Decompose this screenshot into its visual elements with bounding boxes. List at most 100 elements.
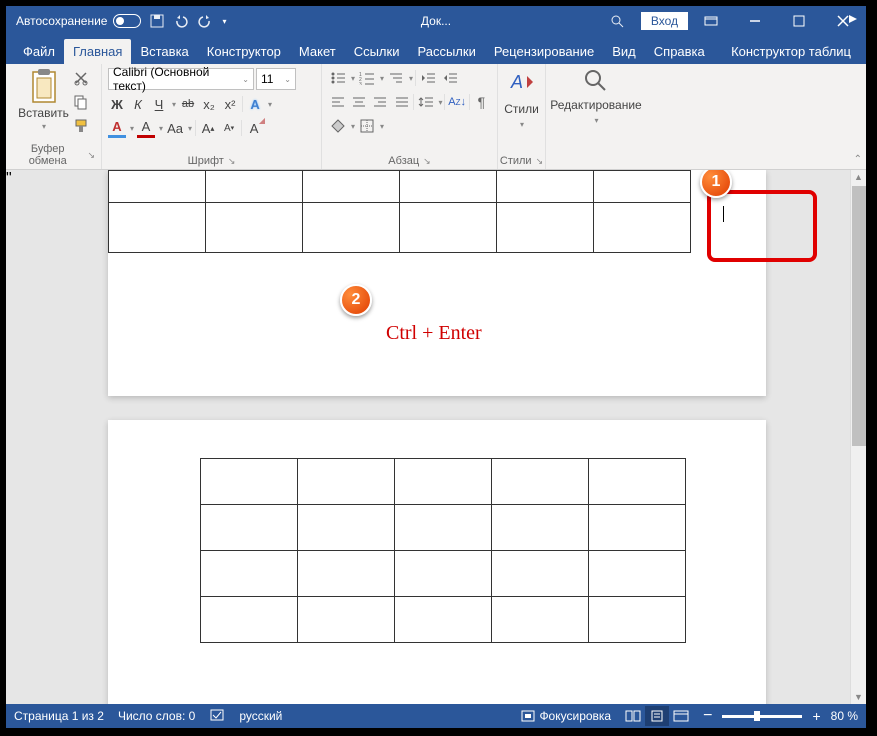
paste-label: Вставить (18, 106, 69, 120)
tab-references[interactable]: Ссылки (345, 39, 409, 64)
group-editing: Редактирование ▾ (546, 64, 646, 169)
zoom-level[interactable]: 80 % (831, 709, 858, 723)
read-mode-icon[interactable] (621, 706, 645, 726)
paragraph-group-label: Абзац (388, 155, 419, 167)
spell-check-icon[interactable] (209, 708, 225, 725)
zoom-out-button[interactable]: − (703, 707, 712, 725)
ribbon-tabs: Файл Главная Вставка Конструктор Макет С… (6, 36, 866, 64)
web-layout-icon[interactable] (669, 706, 693, 726)
superscript-button[interactable]: x² (221, 94, 239, 114)
tab-insert[interactable]: Вставка (131, 39, 197, 64)
highlight-cell (707, 190, 817, 262)
document-area[interactable]: 1 2 Ctrl + Enter " ▲ ▼ (6, 170, 866, 704)
shading-icon[interactable] (328, 116, 348, 136)
italic-button[interactable]: К (129, 94, 147, 114)
toggle-switch-icon (113, 14, 141, 28)
language-indicator[interactable]: русский (239, 709, 282, 723)
tab-help[interactable]: Справка (645, 39, 714, 64)
tab-view[interactable]: Вид (603, 39, 645, 64)
zoom-in-button[interactable]: + (812, 708, 820, 724)
shrink-font-button[interactable]: A▾ (220, 118, 238, 138)
redo-icon[interactable] (197, 13, 213, 29)
multilevel-icon[interactable] (386, 68, 406, 88)
scroll-up-icon[interactable]: ▲ (854, 172, 863, 182)
grow-font-button[interactable]: A▴ (199, 118, 217, 138)
svg-text:3: 3 (359, 82, 362, 85)
align-left-icon[interactable] (328, 92, 347, 112)
search-icon (583, 68, 609, 94)
dialog-launcher-icon[interactable]: ↘ (423, 156, 431, 167)
annotation-text: Ctrl + Enter (386, 322, 482, 345)
styles-group-label: Стили (500, 155, 532, 167)
table-2[interactable] (200, 458, 686, 643)
dialog-launcher-icon[interactable]: ↘ (228, 156, 236, 167)
tab-layout[interactable]: Макет (290, 39, 345, 64)
align-right-icon[interactable] (371, 92, 390, 112)
show-marks-icon[interactable]: ¶ (472, 92, 491, 112)
scroll-down-icon[interactable]: ▼ (854, 692, 863, 702)
page-1: 1 2 Ctrl + Enter (108, 170, 766, 396)
table-1[interactable] (108, 170, 691, 253)
numbering-icon[interactable]: 123 (357, 68, 377, 88)
dialog-launcher-icon[interactable]: ↘ (536, 156, 544, 167)
search-icon[interactable] (609, 13, 625, 29)
group-styles: A Стили ▾ Стили ↘ (498, 64, 546, 169)
ribbon-display-icon[interactable] (690, 6, 732, 36)
dialog-launcher-icon[interactable]: ↘ (87, 150, 95, 161)
ribbon: Вставить ▾ Буфер обмена↘ Calibri (Основн… (6, 64, 866, 170)
svg-text:A: A (510, 72, 523, 92)
undo-icon[interactable] (173, 13, 189, 29)
title-bar: Автосохранение ▾ Док... Вход (6, 6, 866, 36)
zoom-slider[interactable] (722, 715, 802, 718)
page-2 (108, 420, 766, 704)
tab-home[interactable]: Главная (64, 39, 131, 64)
word-count[interactable]: Число слов: 0 (118, 709, 195, 723)
cut-icon[interactable] (73, 70, 89, 91)
save-icon[interactable] (149, 13, 165, 29)
subscript-button[interactable]: x₂ (200, 94, 218, 114)
tab-review[interactable]: Рецензирование (485, 39, 603, 64)
collapse-ribbon-icon[interactable]: ⌃ (854, 154, 862, 165)
font-name-combo[interactable]: Calibri (Основной текст)⌄ (108, 68, 254, 90)
editing-button[interactable]: Редактирование ▾ (552, 68, 640, 125)
login-button[interactable]: Вход (641, 12, 688, 30)
borders-icon[interactable] (357, 116, 377, 136)
tab-file[interactable]: Файл (14, 39, 64, 64)
line-spacing-icon[interactable] (416, 92, 435, 112)
font-size-combo[interactable]: 11⌄ (256, 68, 296, 90)
minimize-icon[interactable] (734, 6, 776, 36)
tab-design[interactable]: Конструктор (198, 39, 290, 64)
page-indicator[interactable]: Страница 1 из 2 (14, 709, 104, 723)
justify-icon[interactable] (392, 92, 411, 112)
format-painter-icon[interactable] (73, 118, 89, 139)
tab-mailings[interactable]: Рассылки (408, 39, 484, 64)
clear-format-button[interactable]: A◢ (245, 118, 263, 138)
group-paragraph: ▾ 123▾ ▾ ▾ AZ↓ ¶ ▾ ▾ (322, 64, 498, 169)
group-clipboard: Вставить ▾ Буфер обмена↘ (6, 64, 102, 169)
focus-mode-button[interactable]: Фокусировка (521, 709, 611, 723)
styles-icon: A (507, 68, 537, 98)
increase-indent-icon[interactable] (440, 68, 460, 88)
vertical-scrollbar[interactable]: ▲ ▼ (850, 170, 866, 704)
sort-icon[interactable]: AZ↓ (447, 92, 466, 112)
styles-button[interactable]: A Стили ▾ (504, 68, 539, 129)
decrease-indent-icon[interactable] (418, 68, 438, 88)
autosave-toggle[interactable]: Автосохранение (16, 14, 141, 28)
font-color-button[interactable]: A (137, 118, 155, 138)
change-case-button[interactable]: Aa (166, 118, 184, 138)
text-effects-button[interactable]: A (246, 94, 264, 114)
scroll-thumb[interactable] (852, 186, 866, 446)
paste-button[interactable]: Вставить ▾ (18, 68, 69, 131)
underline-button[interactable]: Ч (150, 94, 168, 114)
tab-table-design[interactable]: Конструктор таблиц (722, 39, 860, 64)
align-center-icon[interactable] (349, 92, 368, 112)
bold-button[interactable]: Ж (108, 94, 126, 114)
bullets-icon[interactable] (328, 68, 348, 88)
autosave-label: Автосохранение (16, 14, 107, 28)
share-icon[interactable] (844, 10, 862, 28)
strike-button[interactable]: ab (179, 94, 197, 114)
maximize-icon[interactable] (778, 6, 820, 36)
copy-icon[interactable] (73, 94, 89, 115)
print-layout-icon[interactable] (645, 706, 669, 726)
highlight-button[interactable]: A (108, 118, 126, 138)
